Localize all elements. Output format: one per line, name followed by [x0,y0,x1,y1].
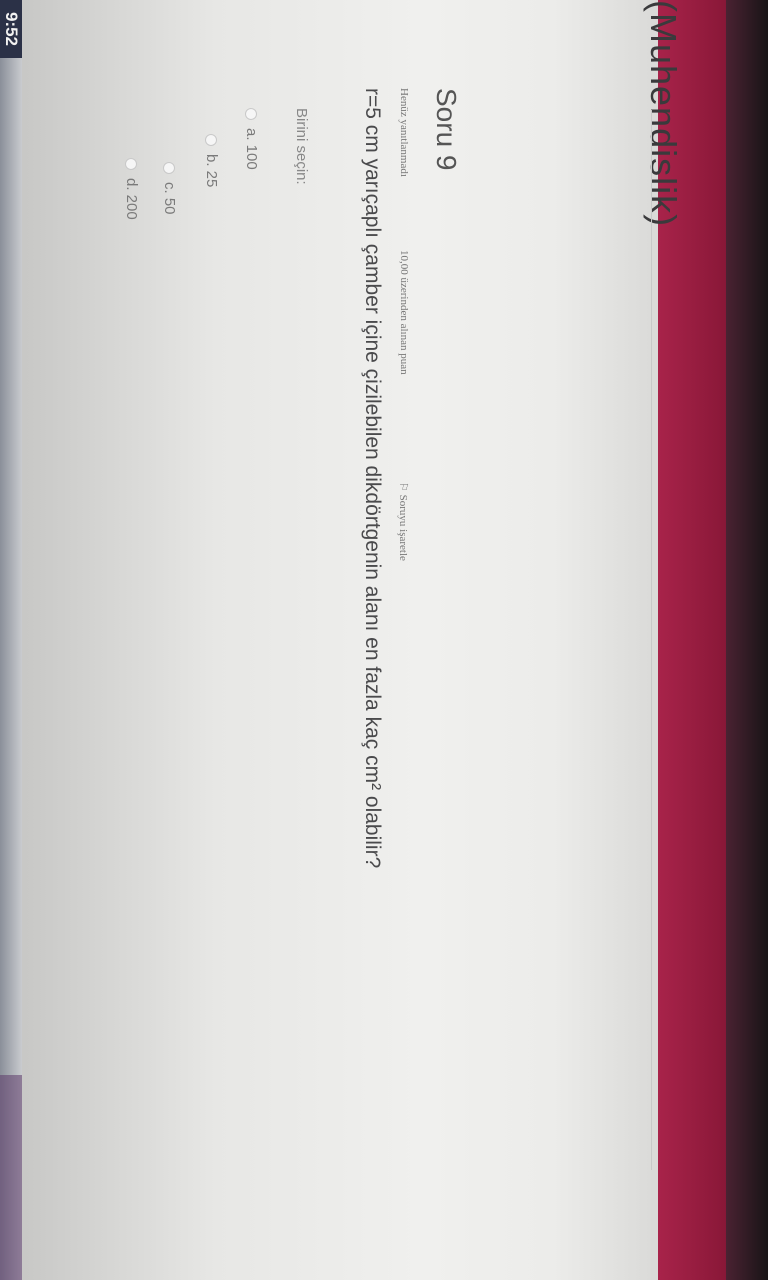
flag-icon: ⚐ [397,482,409,495]
question-points: 10,00 üzerinden alınan puan [398,250,410,375]
content-divider [651,110,652,1170]
answer-prompt: Birini seçin: [293,108,310,185]
question-text: r=5 cm yarıçaplı çamber içine çizilebile… [361,88,384,869]
radio-button[interactable] [205,134,218,146]
question-title: Soru 9 [431,88,462,171]
quiz-page: (Muhendislik) Soru 9 Henüz yanıtlanmadı … [0,0,768,1280]
flag-question-link[interactable]: ⚐ Soruyu işaretle [397,482,410,561]
course-title: (Muhendislik) [643,0,684,228]
flag-question-label: Soruyu işaretle [397,494,409,561]
answer-option-d[interactable]: d. 200 [123,158,140,220]
question-status: Henüz yanıtlanmadı [398,88,410,177]
radio-button[interactable] [163,162,176,174]
option-label: d. 200 [123,178,140,220]
radio-button[interactable] [245,108,258,120]
option-label: b. 25 [203,154,220,188]
option-label: a. 100 [243,128,260,170]
answer-option-c[interactable]: c. 50 [161,162,178,215]
answer-option-b[interactable]: b. 25 [203,134,220,187]
radio-button[interactable] [125,158,138,170]
answer-option-a[interactable]: a. 100 [243,108,260,170]
option-label: c. 50 [161,182,178,215]
